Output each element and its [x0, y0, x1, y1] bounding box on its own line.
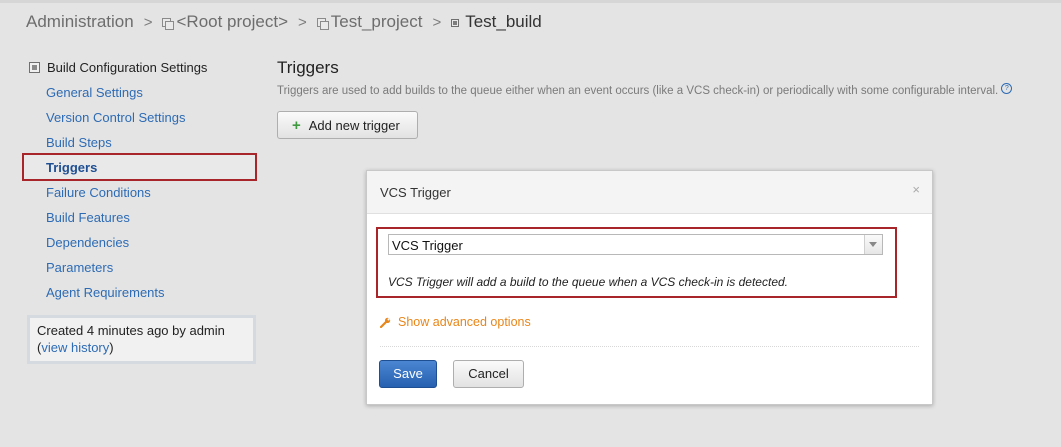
vcs-trigger-dialog: VCS Trigger × VCS Trigger VCS Trigger wi… — [366, 170, 933, 405]
plus-icon: + — [292, 116, 301, 134]
created-info-box: Created 4 minutes ago by admin (view his… — [27, 315, 256, 364]
project-icon — [162, 18, 175, 30]
save-button[interactable]: Save — [379, 360, 437, 388]
breadcrumb-administration[interactable]: Administration — [26, 12, 134, 32]
chevron-down-icon[interactable] — [864, 235, 882, 254]
sidebar-item-agent-requirements[interactable]: Agent Requirements — [46, 283, 185, 308]
page-title: Triggers — [277, 58, 339, 77]
close-icon[interactable]: × — [912, 182, 920, 197]
breadcrumb-separator: > — [298, 13, 307, 31]
history-close-paren: ) — [109, 340, 114, 355]
sidebar-item-version-control-settings[interactable]: Version Control Settings — [46, 108, 185, 133]
trigger-type-description: VCS Trigger will add a build to the queu… — [388, 275, 788, 289]
wrench-icon — [380, 317, 391, 328]
view-history-link[interactable]: view history — [41, 340, 109, 355]
sidebar-item-build-features[interactable]: Build Features — [46, 208, 185, 233]
dialog-title: VCS Trigger — [380, 185, 451, 200]
show-advanced-options-label: Show advanced options — [398, 315, 531, 329]
created-info-text: Created 4 minutes ago by admin — [37, 323, 225, 338]
sidebar-item-parameters[interactable]: Parameters — [46, 258, 185, 283]
dialog-divider — [380, 346, 919, 347]
sidebar-heading-label: Build Configuration Settings — [47, 60, 208, 75]
breadcrumb-test-project[interactable]: Test_project — [331, 12, 423, 32]
trigger-type-value: VCS Trigger — [392, 238, 463, 253]
breadcrumb-root-project[interactable]: <Root project> — [176, 12, 288, 32]
breadcrumb-separator: > — [432, 13, 442, 31]
add-new-trigger-button[interactable]: + Add new trigger — [277, 111, 418, 139]
build-configuration-icon — [451, 19, 460, 27]
sidebar-item-dependencies[interactable]: Dependencies — [46, 233, 185, 258]
history-line: (view history) — [37, 339, 253, 356]
trigger-type-highlight: VCS Trigger VCS Trigger will add a build… — [376, 227, 897, 298]
sidebar-item-triggers[interactable]: Triggers — [46, 158, 185, 183]
sidebar-heading: Build Configuration Settings — [29, 60, 207, 75]
breadcrumb-test-build[interactable]: Test_build — [465, 12, 542, 32]
trigger-type-select[interactable]: VCS Trigger — [388, 234, 883, 255]
sidebar-nav: General Settings Version Control Setting… — [46, 83, 185, 308]
breadcrumb: Administration > <Root project> > Test_p… — [26, 10, 542, 34]
page-description: Triggers are used to add builds to the q… — [277, 83, 1013, 97]
top-border — [0, 0, 1061, 3]
project-icon — [316, 18, 329, 30]
help-icon[interactable]: ? — [1001, 83, 1013, 94]
show-advanced-options-link[interactable]: Show advanced options — [380, 315, 531, 329]
add-new-trigger-label: Add new trigger — [308, 117, 400, 133]
dialog-header: VCS Trigger × — [367, 171, 932, 214]
sidebar-item-failure-conditions[interactable]: Failure Conditions — [46, 183, 185, 208]
sidebar-item-general-settings[interactable]: General Settings — [46, 83, 185, 108]
sidebar-item-build-steps[interactable]: Build Steps — [46, 133, 185, 158]
page-description-text: Triggers are used to add builds to the q… — [277, 85, 999, 97]
breadcrumb-separator: > — [143, 13, 153, 31]
build-configuration-icon — [29, 62, 40, 73]
cancel-button[interactable]: Cancel — [453, 360, 524, 388]
